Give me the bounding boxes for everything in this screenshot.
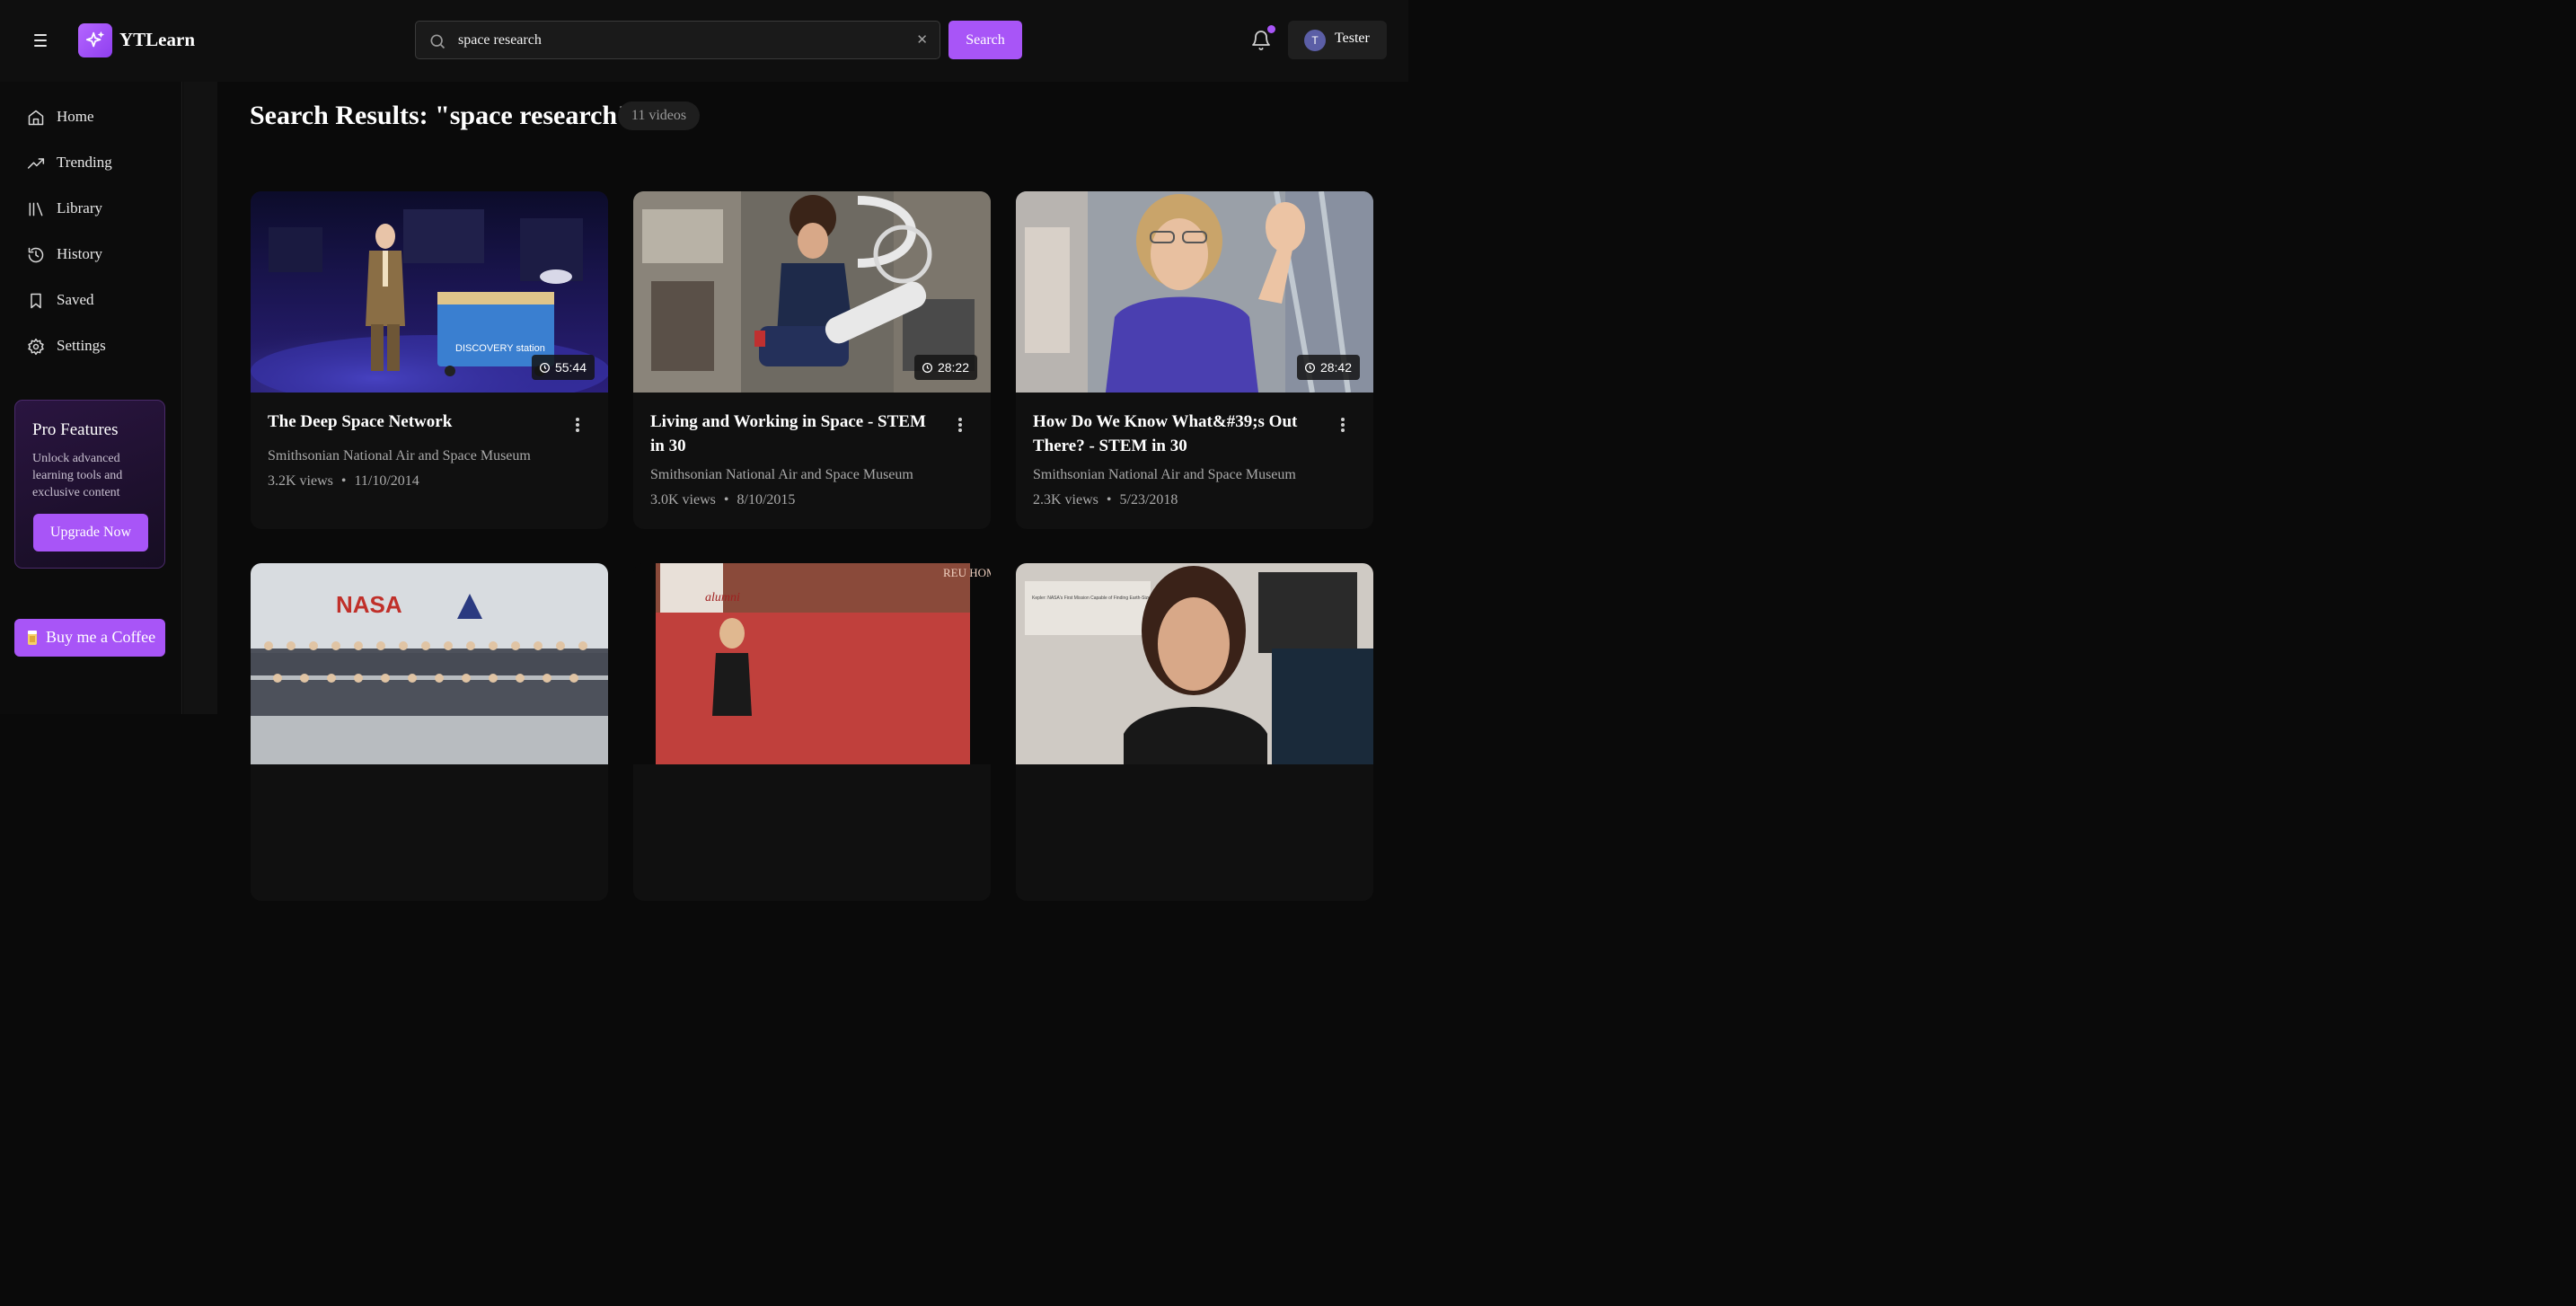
video-meta: 2.3K views • 5/23/2018 [1033,492,1178,507]
sidebar-item-home[interactable]: Home [0,98,182,137]
duration-text: 28:42 [1319,360,1352,375]
upload-date: 11/10/2014 [354,473,419,489]
video-thumbnail[interactable]: Kepler: NASA's First Mission Capable of … [1016,563,1373,764]
channel-name[interactable]: Smithsonian National Air and Space Museu… [268,448,531,464]
video-meta: 3.2K views • 11/10/2014 [268,473,419,489]
duration-text: 55:44 [554,360,587,375]
avatar: T [1304,30,1326,51]
sidebar: Home Trending Library History Saved Sett… [0,82,182,714]
coffee-cup-icon [28,631,37,645]
video-card[interactable]: 28:22 Living and Working in Space - STEM… [633,191,991,529]
clock-icon [539,362,550,373]
video-thumbnail[interactable]: DISCOVERY station 55:44 [251,191,608,393]
user-menu-button[interactable]: T Tester [1288,21,1387,59]
upload-date: 5/23/2018 [1119,492,1178,507]
app-name[interactable]: YTLearn [119,28,195,51]
video-thumbnail[interactable]: 28:22 [633,191,991,393]
duration-badge: 28:42 [1296,355,1360,380]
sidebar-item-history[interactable]: History [0,235,182,275]
search-input[interactable] [458,29,898,52]
sidebar-item-label: Settings [57,337,106,354]
more-options-icon[interactable] [1336,416,1350,434]
notification-dot [1267,25,1275,33]
bell-icon[interactable] [1250,30,1272,51]
clear-icon[interactable]: ✕ [916,31,928,48]
settings-icon [28,338,44,356]
duration-badge: 28:22 [913,355,977,380]
video-thumbnail[interactable]: alumni REU HOME [633,563,991,764]
sidebar-item-saved[interactable]: Saved [0,281,182,321]
sidebar-gutter [183,82,217,714]
alumni-banner: alumni [705,591,740,604]
pro-title: Pro Features [32,420,119,439]
cart-label: DISCOVERY station [455,343,545,354]
duration-text: 28:22 [937,360,969,375]
more-options-icon[interactable] [953,416,967,434]
menu-icon[interactable] [31,31,52,50]
clock-icon [922,362,932,373]
video-title[interactable]: The Deep Space Network [268,410,555,434]
user-name: Tester [1335,31,1370,46]
upload-date: 8/10/2015 [737,492,796,507]
video-thumbnail[interactable]: 28:42 [1016,191,1373,393]
view-count: 2.3K views [1033,492,1098,507]
home-icon [28,110,44,126]
logo-sparkle-icon[interactable] [78,23,112,57]
trending-icon [27,158,45,169]
corner-sign: REU HOME [943,566,991,579]
clock-icon [1304,362,1315,373]
history-icon [28,247,44,263]
sidebar-item-trending[interactable]: Trending [0,144,182,183]
result-count-badge: 11 videos [618,101,700,130]
video-meta: 3.0K views • 8/10/2015 [650,492,796,507]
video-card[interactable]: 28:42 How Do We Know What&#39;s Out Ther… [1016,191,1373,529]
channel-name[interactable]: Smithsonian National Air and Space Museu… [650,467,913,483]
more-options-icon[interactable] [570,416,585,434]
coffee-label: Buy me a Coffee [46,628,156,646]
view-count: 3.0K views [650,492,716,507]
video-card[interactable]: NASA [251,563,608,901]
bookmark-icon [31,293,41,309]
video-card[interactable]: DISCOVERY station 55:44 The Deep Space N… [251,191,608,529]
sidebar-item-label: History [57,245,102,262]
pro-features-card: Pro Features Unlock advanced learning to… [14,400,165,569]
video-title[interactable]: How Do We Know What&#39;s Out There? - S… [1033,410,1320,458]
video-thumbnail[interactable]: NASA [251,563,608,764]
sidebar-item-label: Home [57,108,94,125]
pro-description: Unlock advanced learning tools and exclu… [32,452,123,499]
sidebar-item-label: Library [57,199,102,216]
sidebar-item-label: Trending [57,154,112,171]
duration-badge: 55:44 [531,355,595,380]
video-card[interactable]: Kepler: NASA's First Mission Capable of … [1016,563,1373,901]
buy-coffee-button[interactable]: Buy me a Coffee [14,619,165,657]
channel-name[interactable]: Smithsonian National Air and Space Museu… [1033,467,1296,483]
nasa-logo: NASA [336,591,402,618]
video-card[interactable]: alumni REU HOME [633,563,991,901]
search-bar: ✕ [415,21,940,59]
top-bar: YTLearn ✕ Search T Tester [0,0,1408,82]
sidebar-item-library[interactable]: Library [0,190,182,229]
page-title: Search Results: "space research" [250,101,632,130]
sidebar-item-settings[interactable]: Settings [0,327,182,366]
video-title[interactable]: Living and Working in Space - STEM in 30 [650,410,938,458]
sidebar-item-label: Saved [57,291,94,308]
view-count: 3.2K views [268,473,333,489]
search-button[interactable]: Search [948,21,1022,59]
upgrade-button[interactable]: Upgrade Now [33,514,148,552]
search-icon [430,34,446,49]
library-icon [29,202,43,216]
